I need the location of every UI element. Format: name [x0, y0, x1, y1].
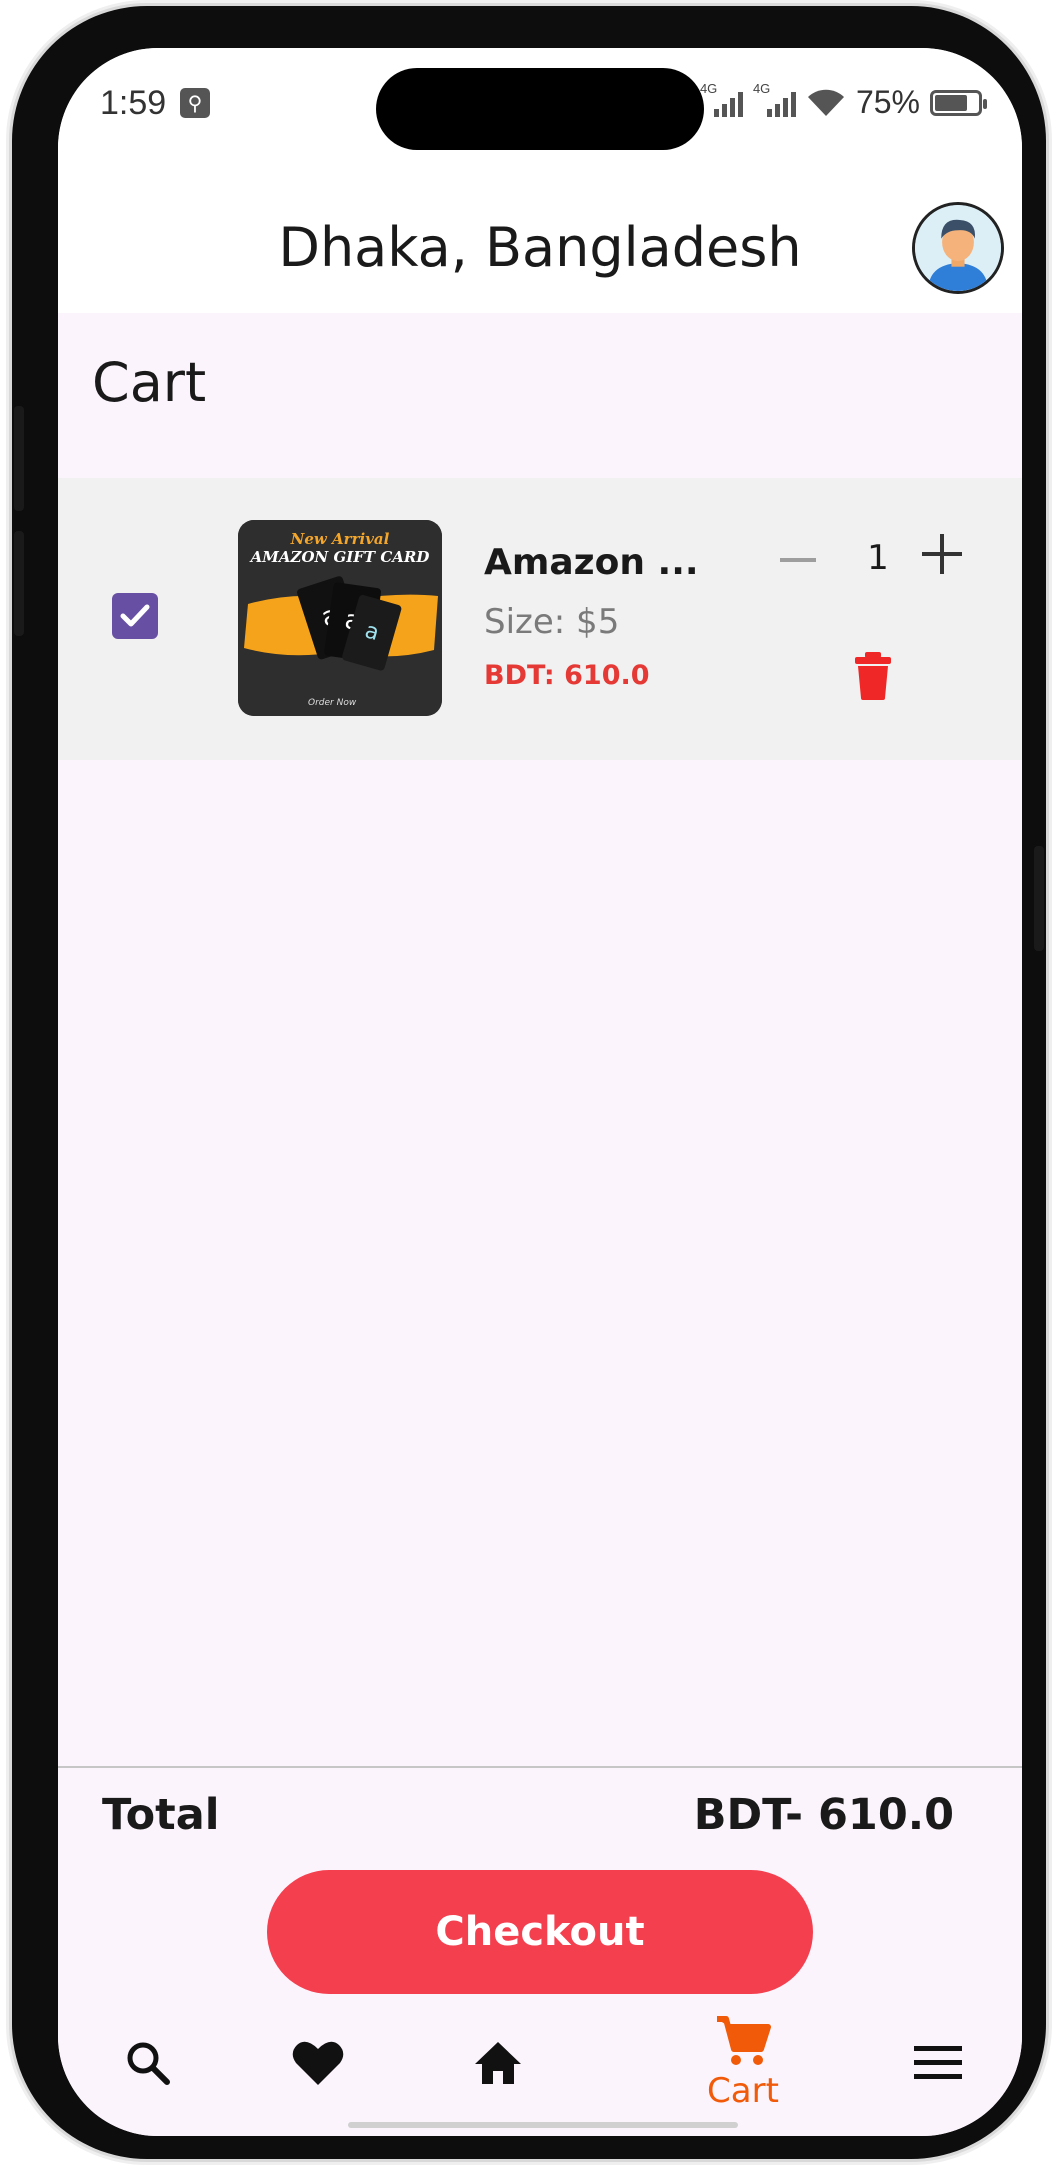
total-label: Total [102, 1790, 220, 1840]
check-icon [120, 604, 150, 627]
status-indicators: 4G 4G 75% [700, 81, 987, 121]
thumbnail-footer: Order Now [308, 698, 357, 708]
dynamic-island [376, 68, 704, 150]
app-screen: 1:59 ⚲ 4G 4G 75% Dhaka, Bangladesh Cart … [58, 48, 1022, 2136]
bottom-nav: Cart [58, 1998, 1022, 2136]
item-price: BDT: 610.0 [484, 660, 650, 691]
volume-up-button [14, 406, 24, 511]
delete-icon[interactable] [853, 652, 893, 700]
total-divider [58, 1766, 1022, 1768]
menu-icon [914, 2046, 962, 2079]
status-time: 1:59 [100, 84, 167, 122]
item-size: Size: $5 [484, 602, 620, 642]
nav-home[interactable] [438, 1998, 558, 2128]
nav-menu[interactable] [878, 1998, 998, 2128]
page-title: Cart [92, 351, 207, 414]
usb-icon: ⚲ [180, 88, 210, 118]
network-type-label: 4G [752, 80, 771, 96]
wifi-icon [807, 89, 844, 116]
thumbnail-title: New Arrival AMAZON GIFT CARD [250, 530, 430, 566]
item-name[interactable]: Amazon ... [484, 542, 699, 583]
cart-item: a a a New Arrival AMAZON GIFT CARD Order [58, 478, 1022, 760]
battery-percent: 75% [855, 84, 920, 120]
network-type-label: 4G [699, 80, 718, 96]
quantity-value: 1 [867, 538, 889, 578]
power-button [1034, 846, 1044, 951]
battery-icon [930, 89, 987, 116]
app-header: Dhaka, Bangladesh [58, 188, 1022, 313]
total-value: BDT- 610.0 [693, 1790, 954, 1840]
phone-frame: 1:59 ⚲ 4G 4G 75% Dhaka, Bangladesh Cart … [12, 6, 1046, 2159]
avatar-icon [915, 205, 1001, 291]
home-icon [475, 2042, 521, 2084]
cart-icon [717, 2016, 771, 2065]
status-bar: 1:59 ⚲ 4G 4G 75% [58, 48, 1022, 188]
increase-quantity-button[interactable] [920, 532, 964, 576]
decrease-quantity-button[interactable] [778, 540, 818, 580]
search-icon [127, 2042, 170, 2085]
user-avatar[interactable] [912, 202, 1004, 294]
item-checkbox[interactable] [112, 593, 158, 639]
checkout-button[interactable]: Checkout [267, 1870, 813, 1994]
nav-favorites[interactable] [258, 1998, 378, 2128]
nav-cart-label: Cart [707, 2071, 779, 2111]
nav-search[interactable] [88, 1998, 208, 2128]
signal-icon: 4G [700, 81, 743, 117]
home-indicator [348, 2122, 738, 2128]
signal-icon: 4G [753, 81, 796, 117]
nav-cart[interactable]: Cart [668, 1998, 818, 2128]
heart-icon [292, 2041, 344, 2085]
volume-down-button [14, 531, 24, 636]
product-thumbnail[interactable]: a a a New Arrival AMAZON GIFT CARD Order [238, 520, 442, 716]
location-title: Dhaka, Bangladesh [278, 216, 802, 279]
